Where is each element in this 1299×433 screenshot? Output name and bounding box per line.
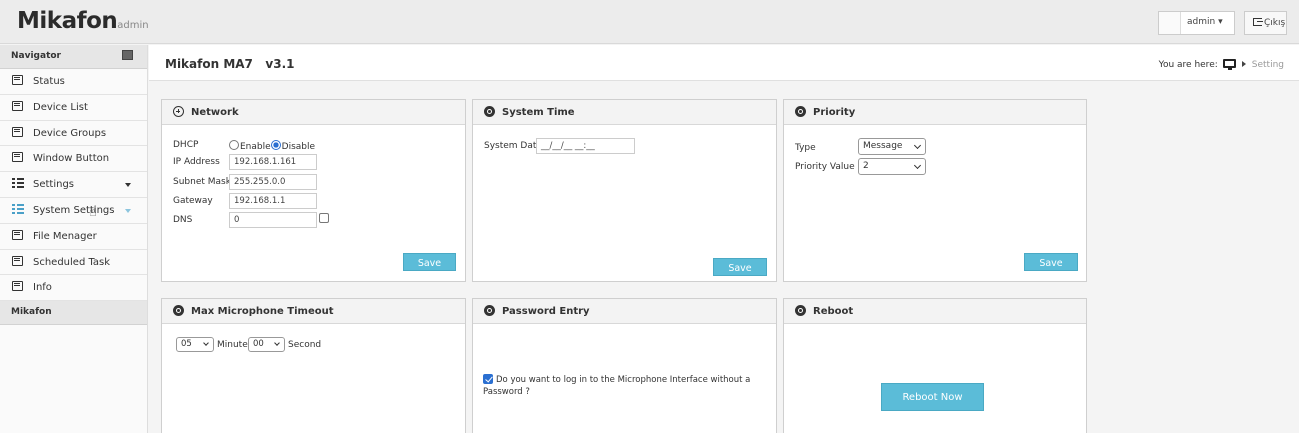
breadcrumb-prefix: You are here:: [1158, 60, 1218, 70]
at-circle-icon: [484, 305, 495, 316]
avatar: [1159, 12, 1181, 34]
at-circle-icon: [173, 305, 184, 316]
dns-input[interactable]: 0: [229, 212, 317, 228]
ip-address-input[interactable]: 192.168.1.161: [229, 154, 317, 170]
minute-select[interactable]: 05: [176, 337, 214, 352]
sidebar-item-system-settings[interactable]: System Settings ☝: [0, 198, 147, 224]
type-select[interactable]: Message: [858, 138, 926, 155]
document-icon: [12, 100, 23, 111]
chevron-down-icon: [125, 183, 131, 188]
top-header: Mikafonadmin admin ▾ Çıkış: [0, 0, 1299, 44]
reboot-panel: Reboot Reboot Now: [783, 298, 1087, 433]
type-label: Type: [795, 143, 816, 153]
sidebar-group-mikafon: Mikafon: [0, 301, 147, 326]
mic-timeout-panel: Max Microphone Timeout 05 Minute 00 Seco…: [161, 298, 466, 433]
logo-subtitle: admin: [117, 20, 149, 31]
dns-checkbox[interactable]: [319, 213, 329, 223]
document-icon: [12, 255, 23, 266]
system-time-save-button[interactable]: Save: [713, 258, 767, 276]
hand-cursor-icon: ☝: [89, 204, 97, 220]
panel-header: Priority: [784, 100, 1086, 125]
monitor-icon[interactable]: [1222, 59, 1236, 70]
priority-save-button[interactable]: Save: [1024, 253, 1078, 271]
system-time-panel: System Time System Date __/__/__ __:__ S…: [472, 99, 777, 282]
priority-panel: Priority Type Message Priority Value 2 S…: [783, 99, 1087, 282]
document-icon: [12, 229, 23, 240]
breadcrumb: You are here: Setting: [1159, 59, 1284, 70]
list-icon: [12, 178, 24, 188]
dhcp-enable-radio[interactable]: [229, 140, 239, 150]
document-icon: [12, 126, 23, 137]
user-name: admin ▾: [1187, 17, 1223, 27]
page-title-bar: Mikafon MA7 v3.1 You are here: Setting: [149, 45, 1299, 81]
plus-circle-icon: [173, 106, 184, 117]
sidebar-item-status[interactable]: Status: [0, 69, 147, 95]
gateway-label: Gateway: [173, 196, 213, 206]
breadcrumb-current: Setting: [1251, 60, 1284, 70]
at-circle-icon: [484, 106, 495, 117]
panel-header: Password Entry: [473, 299, 776, 324]
second-label: Second: [288, 340, 322, 350]
panel-header: Reboot: [784, 299, 1086, 324]
dhcp-radio-group: Enable Disable: [229, 140, 315, 152]
document-icon: [12, 152, 23, 163]
subnet-mask-label: Subnet Mask: [173, 177, 231, 187]
second-select[interactable]: 00: [248, 337, 285, 352]
at-circle-icon: [795, 305, 806, 316]
logout-button[interactable]: Çıkış: [1244, 11, 1287, 35]
sidebar-item-file-menager[interactable]: File Menager: [0, 224, 147, 250]
chevron-down-icon: [274, 340, 280, 346]
panel-header: System Time: [473, 100, 776, 125]
system-date-input[interactable]: __/__/__ __:__: [536, 138, 635, 154]
panel-header: Network: [162, 100, 465, 125]
network-panel: Network DHCP Enable Disable IP Address 19…: [161, 99, 466, 282]
dhcp-label: DHCP: [173, 140, 199, 150]
sidebar-item-device-groups[interactable]: Device Groups: [0, 121, 147, 147]
panel-header: Max Microphone Timeout: [162, 299, 465, 324]
chevron-down-icon: [913, 141, 922, 150]
priority-value-label: Priority Value: [795, 162, 855, 172]
document-icon: [12, 75, 23, 85]
user-menu-button[interactable]: admin ▾: [1158, 11, 1235, 35]
chevron-down-icon: [913, 161, 922, 170]
sidebar-toggle-icon[interactable]: [122, 50, 133, 60]
minute-label: Minute: [217, 340, 248, 350]
page-title: Mikafon MA7 v3.1: [165, 57, 295, 71]
password-entry-panel: Password Entry Do you want to log in to …: [472, 298, 777, 433]
password-free-login-label: Do you want to log in to the Microphone …: [483, 375, 751, 397]
chevron-down-icon: [203, 340, 209, 346]
sidebar: Navigator Status Device List Device Grou…: [0, 45, 148, 433]
logout-icon: [1253, 18, 1263, 26]
list-icon: [12, 203, 24, 214]
priority-value-select[interactable]: 2: [858, 158, 926, 175]
dns-label: DNS: [173, 215, 193, 225]
sidebar-item-scheduled-task[interactable]: Scheduled Task: [0, 250, 147, 276]
at-circle-icon: [795, 106, 806, 117]
sidebar-item-device-list[interactable]: Device List: [0, 95, 147, 121]
navigator-heading: Navigator: [0, 45, 147, 69]
chevron-down-icon: [125, 208, 131, 213]
ip-address-label: IP Address: [173, 157, 220, 167]
chevron-down-icon: ▾: [1218, 17, 1223, 27]
system-date-label: System Date: [484, 141, 542, 151]
sidebar-item-settings[interactable]: Settings: [0, 172, 147, 198]
network-save-button[interactable]: Save: [403, 253, 456, 271]
dhcp-disable-radio[interactable]: [270, 140, 281, 150]
subnet-mask-input[interactable]: 255.255.0.0: [229, 174, 317, 190]
caret-right-icon: [1241, 61, 1246, 67]
app-logo: Mikafonadmin: [17, 8, 149, 34]
gateway-input[interactable]: 192.168.1.1: [229, 193, 317, 209]
sidebar-item-info[interactable]: Info: [0, 275, 147, 302]
sidebar-item-window-button[interactable]: Window Button: [0, 146, 147, 173]
document-icon: [12, 281, 23, 292]
reboot-now-button[interactable]: Reboot Now: [881, 383, 984, 411]
